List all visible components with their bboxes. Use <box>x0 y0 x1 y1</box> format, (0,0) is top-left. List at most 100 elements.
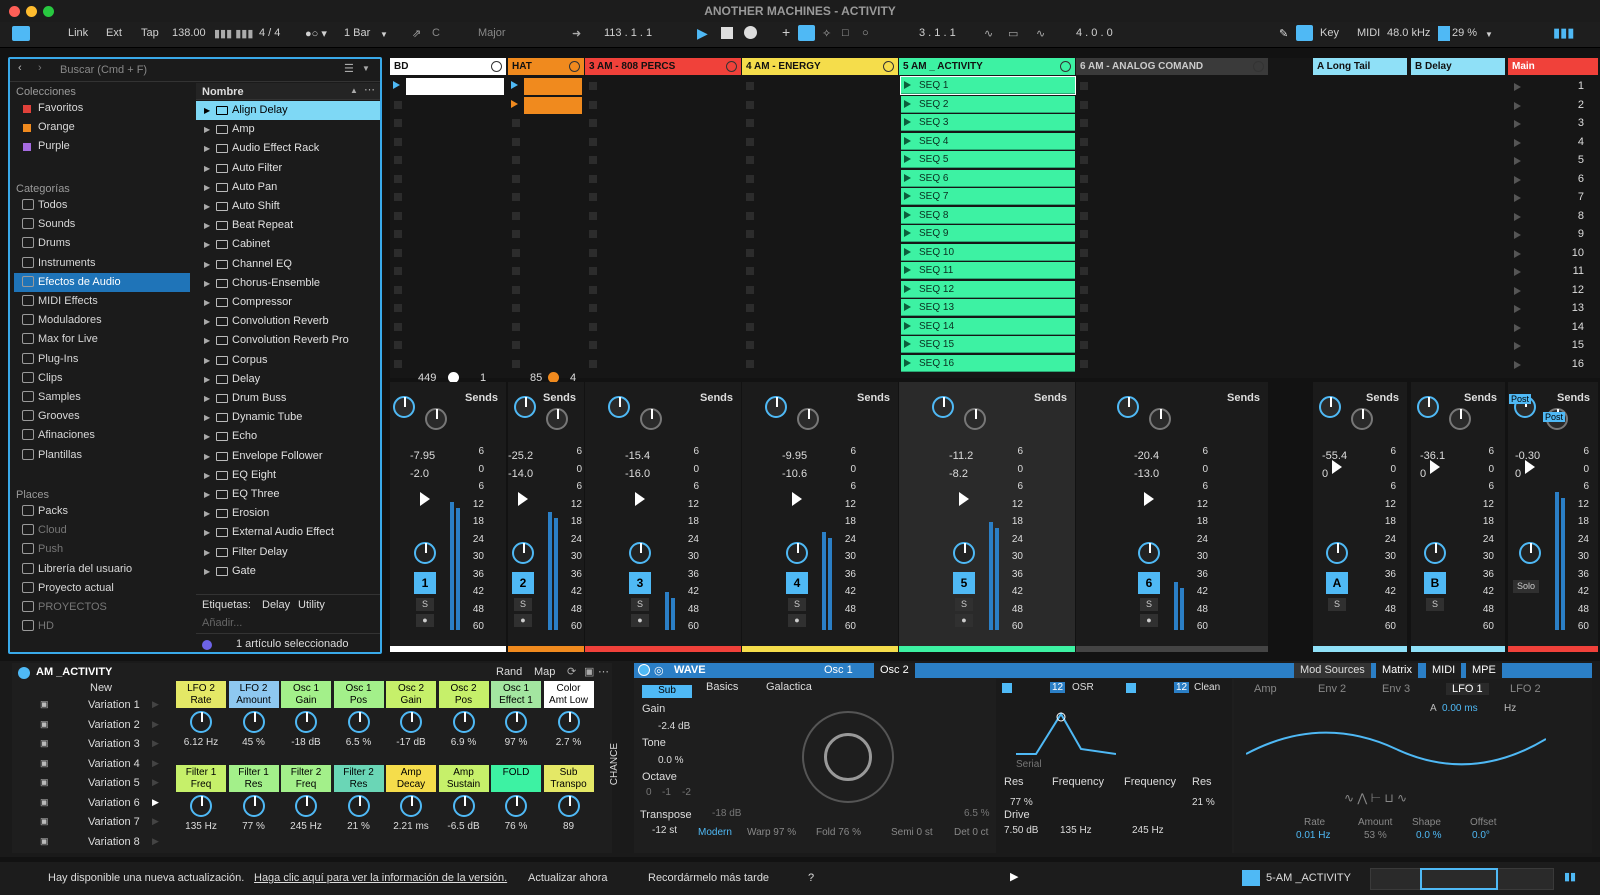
variation-launch-icon[interactable]: ▶ <box>152 738 159 749</box>
mod-sources-tab[interactable]: Mod Sources <box>1294 663 1371 678</box>
category-plantillas[interactable]: Plantillas <box>14 446 190 465</box>
clip-slot[interactable]: SEQ 2 <box>901 95 1075 113</box>
stop-clip-button[interactable] <box>394 193 402 201</box>
stop-clip-button[interactable] <box>589 82 597 90</box>
macro-label[interactable]: Osc 1 Effect 1 <box>491 681 541 708</box>
expand-arrow-icon[interactable]: ▶ <box>204 485 210 504</box>
save-preset-icon[interactable]: ▣ <box>584 665 594 678</box>
volume-fader-handle[interactable] <box>1332 460 1342 474</box>
stop-clip-button[interactable] <box>746 248 754 257</box>
track-activator-button[interactable]: B <box>1424 572 1446 594</box>
filter1-circuit[interactable]: OSR <box>1072 682 1094 693</box>
tap-button[interactable]: Tap <box>141 27 159 39</box>
stop-clip-button[interactable] <box>512 341 520 349</box>
variation-launch-icon[interactable]: ▶ <box>152 699 159 710</box>
forward-icon[interactable]: › <box>38 62 42 74</box>
arm-button[interactable]: ● <box>1140 614 1158 627</box>
track-activator-button[interactable]: 1 <box>414 572 436 594</box>
clip-play-icon[interactable] <box>904 192 911 200</box>
osc2-tab[interactable]: Osc 2 <box>874 663 915 678</box>
record-icon[interactable] <box>744 26 757 39</box>
collection-favoritos[interactable]: Favoritos <box>14 99 190 118</box>
variation-launch-icon[interactable]: ▶ <box>152 777 159 788</box>
stop-clip-button[interactable] <box>746 156 754 164</box>
volume-value[interactable]: -11.2 <box>949 450 973 462</box>
send-b-knob[interactable] <box>797 408 819 430</box>
tempo-field[interactable]: 138.00 <box>172 27 206 39</box>
category-plug-ins[interactable]: Plug-Ins <box>14 350 190 369</box>
browser-item[interactable]: ▶ Compressor <box>196 293 380 312</box>
volume-fader-handle[interactable] <box>792 492 802 506</box>
follow-icon[interactable]: ➜ <box>572 27 581 40</box>
expand-arrow-icon[interactable]: ▶ <box>204 293 210 312</box>
volume-fader-handle[interactable] <box>1525 460 1535 474</box>
scene-launch-icon[interactable] <box>1514 194 1521 202</box>
filter-icon[interactable]: ☰ <box>344 62 354 75</box>
pan-value[interactable]: -10.6 <box>782 468 807 480</box>
res2-value[interactable]: 21 % <box>1192 797 1215 808</box>
send-b-knob[interactable] <box>546 408 568 430</box>
scene-launch-icon[interactable] <box>1514 101 1521 110</box>
expand-arrow-icon[interactable]: ▶ <box>204 235 210 254</box>
punch-out-icon[interactable]: ∿ <box>1036 27 1045 40</box>
macro-label[interactable]: Filter 2 Res <box>333 765 384 792</box>
pan-value[interactable]: -14.0 <box>508 468 533 480</box>
stop-clip-button[interactable] <box>394 267 402 275</box>
osc-gain-value[interactable]: -18 dB <box>712 808 741 819</box>
expand-arrow-icon[interactable]: ▶ <box>204 504 210 523</box>
solo-button[interactable]: S <box>416 598 434 611</box>
key-map-button[interactable]: Key <box>1320 27 1339 39</box>
macro-label[interactable]: Osc 1 Gain <box>281 681 331 708</box>
stop-clip-button[interactable] <box>1080 193 1088 201</box>
octave-0[interactable]: 0 <box>646 787 652 798</box>
arm-button[interactable]: ● <box>514 614 532 627</box>
stop-clip-button[interactable] <box>746 211 754 220</box>
return-track-header[interactable]: A Long Tail <box>1313 58 1407 75</box>
browser-item[interactable]: ▶ Filter Delay <box>196 543 380 562</box>
clip-slot[interactable]: SEQ 4 <box>901 132 1075 150</box>
clip-play-icon[interactable] <box>904 358 911 367</box>
scene-number[interactable]: 6 <box>1554 173 1584 185</box>
volume-value[interactable]: -9.95 <box>782 450 807 462</box>
stop-clip-button[interactable] <box>512 285 520 294</box>
release-notes-link[interactable]: Haga clic aquí para ver la información d… <box>254 872 507 884</box>
back-icon[interactable]: ‹ <box>18 62 22 74</box>
stop-clip-button[interactable] <box>589 100 597 109</box>
stop-clip-button[interactable] <box>746 285 754 294</box>
expand-arrow-icon[interactable]: ▶ <box>204 120 210 139</box>
send-b-knob[interactable] <box>425 408 447 430</box>
stop-clip-button[interactable] <box>512 322 520 331</box>
clip-play-icon[interactable] <box>904 340 911 348</box>
reenable-automation-icon[interactable]: ✧ <box>822 27 831 40</box>
expand-arrow-icon[interactable]: ▶ <box>204 408 210 427</box>
mpe-tab[interactable]: MPE <box>1466 663 1502 678</box>
pan-knob[interactable] <box>1424 542 1446 564</box>
loop-length-field[interactable]: 4 . 0 . 0 <box>1076 27 1113 39</box>
view-toggle-icon[interactable]: ▮▮ <box>1564 870 1576 883</box>
scene-launch-icon[interactable] <box>1514 231 1521 239</box>
osc-pos-value[interactable]: 6.5 % <box>964 808 990 819</box>
expand-arrow-icon[interactable]: ▶ <box>204 312 210 331</box>
name-column-header[interactable]: Nombre <box>202 86 244 98</box>
clip-play-icon[interactable] <box>904 321 911 330</box>
macro-label[interactable]: Filter 1 Freq <box>176 765 226 792</box>
solo-button[interactable]: S <box>1140 598 1158 611</box>
track-activator-button[interactable]: 5 <box>953 572 975 594</box>
stop-clip-button[interactable] <box>512 230 520 238</box>
stop-clip-button[interactable] <box>589 285 597 294</box>
variation-launch-icon[interactable]: ▶ <box>152 836 159 847</box>
scene-number[interactable]: 11 <box>1554 265 1584 277</box>
macro-label[interactable]: Osc 2 Gain <box>386 681 436 708</box>
category-todos[interactable]: Todos <box>14 196 190 215</box>
macro-knob[interactable] <box>295 711 317 733</box>
category-drums[interactable]: Drums <box>14 234 190 253</box>
map-button[interactable]: Map <box>534 666 555 678</box>
stop-icon[interactable] <box>721 27 733 39</box>
clip-play-icon[interactable] <box>904 136 911 145</box>
macro-label[interactable]: Amp Sustain <box>438 765 489 792</box>
clip-slot[interactable]: SEQ 1 <box>900 76 1076 95</box>
clip-play-icon[interactable] <box>904 266 911 274</box>
clip-slot[interactable]: SEQ 11 <box>901 262 1075 279</box>
stop-clip-button[interactable] <box>394 230 402 238</box>
variation-item[interactable]: Variation 4 <box>88 758 140 770</box>
